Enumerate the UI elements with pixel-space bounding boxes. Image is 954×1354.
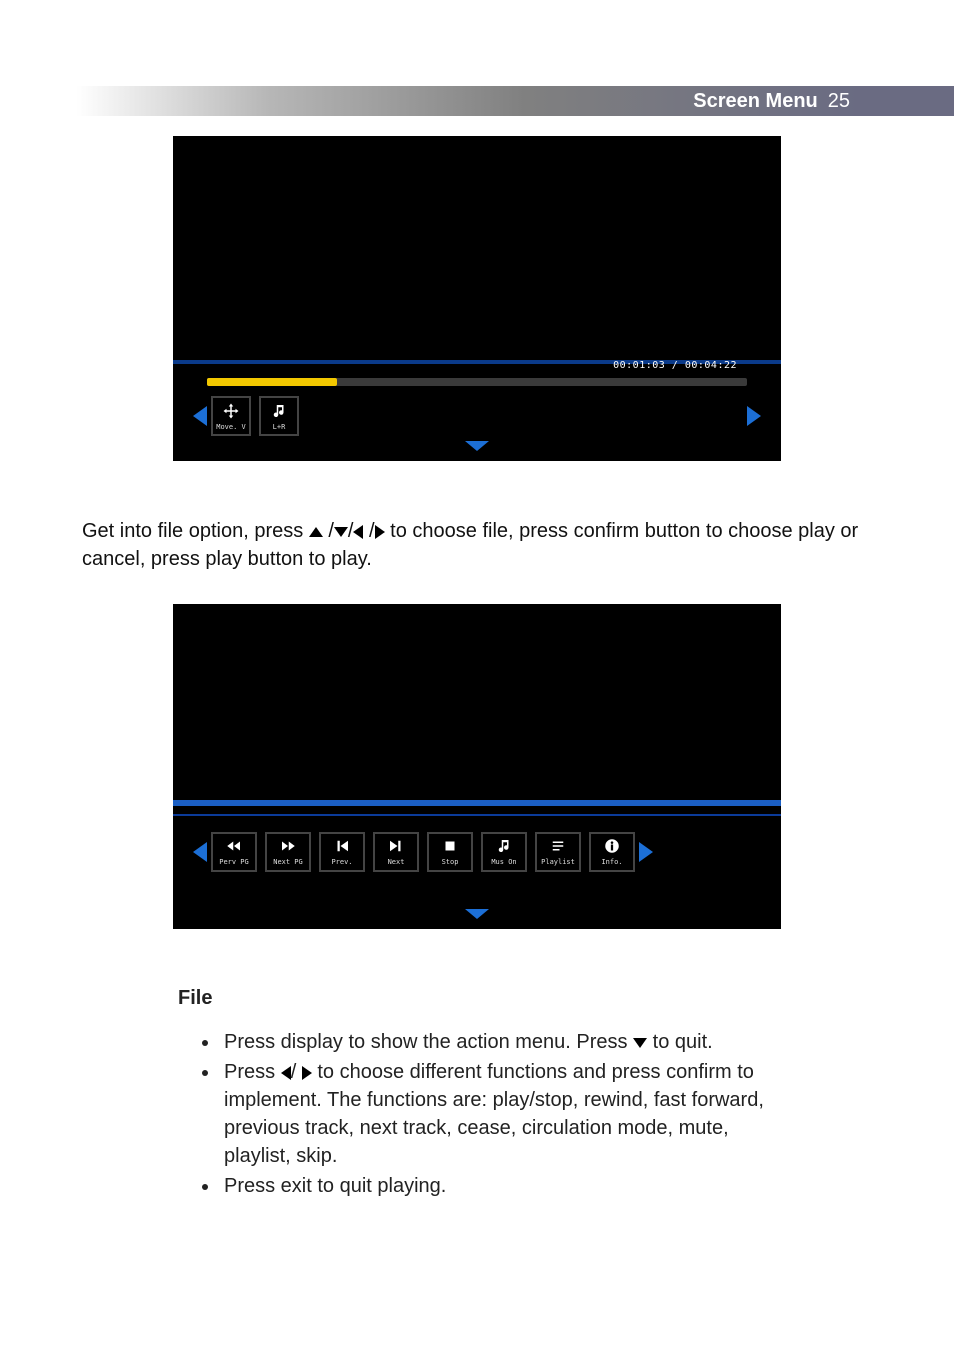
info-button: Info. [589, 832, 635, 872]
playlist-button: Playlist [535, 832, 581, 872]
arrow-group: // / [309, 520, 390, 542]
header-title: Screen Menu [693, 90, 817, 113]
file-section: File Press display to show the action me… [82, 987, 872, 1200]
nav-right-icon [639, 842, 653, 862]
button-label: Next [388, 858, 405, 866]
next-button: Next [373, 832, 419, 872]
text-fragment: Get into file option, press [82, 520, 309, 542]
button-label: Info. [601, 858, 622, 866]
text-fragment: Press [224, 1061, 281, 1083]
button-label: Playlist [541, 858, 575, 866]
button-label: Stop [442, 858, 459, 866]
button-label: Next PG [273, 858, 303, 866]
button-label: Mus On [491, 858, 516, 866]
move-view-button: Move. V [211, 396, 251, 436]
nav-left-icon [193, 406, 207, 426]
separator-line [173, 800, 781, 806]
down-arrow-icon [334, 527, 348, 537]
page-number: 25 [828, 90, 850, 113]
move-icon [221, 402, 241, 420]
text-fragment: to quit. [653, 1031, 713, 1053]
fast-forward-icon [278, 837, 298, 855]
player-screenshot-1: 00:01:03 / 00:04:22 Move. V L+R [173, 136, 781, 461]
left-arrow-icon [353, 525, 363, 539]
text-fragment: Press display to show the action menu. P… [224, 1031, 633, 1053]
stop-button: Stop [427, 832, 473, 872]
nav-left-icon [193, 842, 207, 862]
playlist-icon [548, 837, 568, 855]
info-icon [602, 837, 622, 855]
nav-down-icon [465, 441, 489, 451]
progress-track [207, 378, 747, 386]
nav-right-icon [747, 406, 761, 426]
down-arrow-icon [633, 1038, 647, 1048]
stop-icon [440, 837, 460, 855]
next-pg-button: Next PG [265, 832, 311, 872]
player-screenshot-2: Perv PG Next PG Prev. Next Stop [173, 604, 781, 929]
music-note-icon [494, 837, 514, 855]
right-arrow-icon [302, 1066, 312, 1080]
nav-down-icon [465, 909, 489, 919]
timecode-label: 00:01:03 / 00:04:22 [613, 360, 737, 371]
audio-lr-button: L+R [259, 396, 299, 436]
button-label: L+R [273, 423, 286, 431]
button-label: Move. V [216, 423, 246, 431]
file-bullets: Press display to show the action menu. P… [178, 1028, 790, 1200]
progress-fill [207, 378, 337, 386]
left-arrow-icon [281, 1066, 291, 1080]
mus-on-button: Mus On [481, 832, 527, 872]
skip-next-icon [386, 837, 406, 855]
list-item: Press / to choose different functions an… [220, 1058, 790, 1170]
up-arrow-icon [309, 527, 323, 537]
file-heading: File [178, 987, 790, 1010]
text-fragment: Press exit to quit playing. [224, 1175, 446, 1197]
button-label: Perv PG [219, 858, 249, 866]
fast-rewind-icon [224, 837, 244, 855]
page-header: Screen Menu 25 [0, 86, 954, 116]
music-note-icon [269, 402, 289, 420]
instruction-paragraph-1: Get into file option, press // / to choo… [82, 517, 872, 574]
button-label: Prev. [331, 858, 352, 866]
list-item: Press display to show the action menu. P… [220, 1028, 790, 1056]
separator-line-thin [173, 814, 781, 816]
prev-button: Prev. [319, 832, 365, 872]
progress-bar: 00:01:03 / 00:04:22 [207, 378, 747, 386]
perv-pg-button: Perv PG [211, 832, 257, 872]
skip-previous-icon [332, 837, 352, 855]
list-item: Press exit to quit playing. [220, 1172, 790, 1200]
right-arrow-icon [375, 525, 385, 539]
arrow-pair: / [281, 1061, 312, 1083]
